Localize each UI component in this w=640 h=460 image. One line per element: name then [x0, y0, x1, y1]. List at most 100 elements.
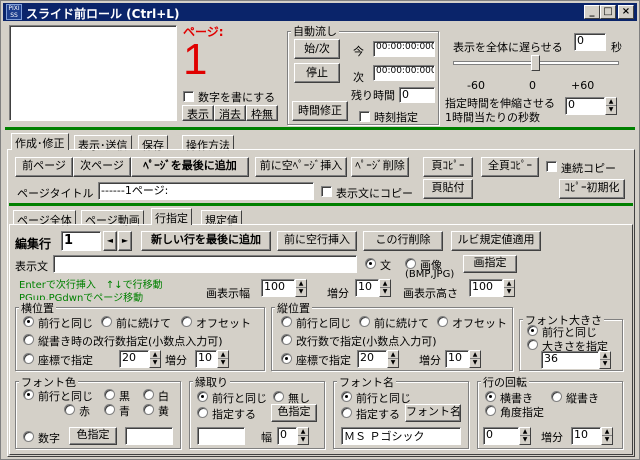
font-name-field[interactable]: ＭＳ Ｐゴシック	[341, 427, 461, 445]
rotate-horizontal-radio[interactable]	[485, 391, 496, 402]
vpos-newline-radio[interactable]	[281, 334, 292, 345]
vpos-cont-radio[interactable]	[359, 316, 370, 327]
copy-all-button[interactable]: 全頁ｺﾋﾟｰ	[481, 157, 539, 177]
border-width-field[interactable]: 0	[277, 427, 297, 445]
time-next-field[interactable]: 00:00:00:000	[373, 65, 435, 81]
copy-page-button[interactable]: 頁ｺﾋﾟｰ	[423, 157, 473, 177]
text-radio[interactable]	[365, 258, 376, 269]
time-now-field[interactable]: 00:00:00:000	[373, 41, 435, 57]
hpos-cont-radio[interactable]	[101, 316, 112, 327]
rotate-angle-field[interactable]: 0	[483, 427, 519, 445]
erase-button[interactable]: 消去	[214, 105, 246, 121]
copy-init-button[interactable]: ｺﾋﾟｰ初期化	[559, 179, 625, 199]
vpos-inc-spinner[interactable]: ▲ ▼	[469, 350, 481, 368]
delete-row-button[interactable]: この行削除	[363, 231, 443, 251]
rotate-vertical-radio[interactable]	[551, 391, 562, 402]
fcolor-black-radio[interactable]	[104, 389, 115, 400]
maximize-button[interactable]: □	[600, 5, 616, 19]
vpos-coord-spinner[interactable]: ▲ ▼	[387, 350, 399, 368]
border-none-radio[interactable]	[273, 391, 284, 402]
subtab-line[interactable]: 行指定	[151, 208, 192, 225]
start-next-button[interactable]: 始/次	[294, 39, 340, 59]
add-page-last-button[interactable]: ﾍﾟｰｼﾞを最後に追加	[131, 157, 249, 177]
image-radio[interactable]	[405, 258, 416, 269]
prev-page-button[interactable]: 前ページ	[15, 157, 73, 177]
vpos-same-radio[interactable]	[281, 316, 292, 327]
hpos-inc-field[interactable]: 10	[195, 350, 217, 368]
fsize-spinner[interactable]: ▲ ▼	[599, 351, 611, 369]
close-button[interactable]: ×	[618, 5, 634, 19]
fname-specify-radio[interactable]	[341, 407, 352, 418]
image-height-field[interactable]: 100	[469, 279, 503, 297]
stretch-field[interactable]: 0	[565, 97, 605, 115]
frame-none-button[interactable]: 枠無	[246, 105, 278, 121]
fcolor-blue-radio[interactable]	[104, 404, 115, 415]
page-title-field[interactable]: ------1ページ:	[98, 182, 314, 200]
row-prev-arrow[interactable]: ◄	[103, 231, 117, 251]
hpos-offset-radio[interactable]	[181, 316, 192, 327]
fsize-value-field[interactable]: 36	[541, 351, 599, 369]
vpos-coord-radio[interactable]	[281, 353, 292, 364]
border-color-button[interactable]: 色指定	[271, 404, 317, 422]
show-number-checkbox[interactable]	[183, 91, 194, 102]
paste-page-button[interactable]: 頁貼付	[423, 179, 473, 199]
next-page-button[interactable]: 次ページ	[73, 157, 131, 177]
insert-row-before-button[interactable]: 前に空行挿入	[277, 231, 357, 251]
continuous-copy-checkbox[interactable]	[546, 161, 557, 172]
stretch-spinner[interactable]: ▲ ▼	[605, 97, 617, 115]
title-bar[interactable]: PIXI SS スライド前ロール (Ctrl+L) _ □ ×	[3, 3, 637, 21]
fcolor-white-radio[interactable]	[143, 389, 154, 400]
vpos-offset-radio[interactable]	[437, 316, 448, 327]
rotate-angle-radio[interactable]	[485, 405, 496, 416]
fix-time-button[interactable]: 時間修正	[292, 101, 348, 121]
rotate-inc-field[interactable]: 10	[571, 427, 601, 445]
border-specify-radio[interactable]	[197, 407, 208, 418]
fcolor-yellow-radio[interactable]	[143, 404, 154, 415]
font-name-button[interactable]: フォント名	[405, 404, 461, 422]
fcolor-specify-button[interactable]: 色指定	[69, 427, 117, 445]
add-row-last-button[interactable]: 新しい行を最後に追加	[141, 231, 271, 251]
delay-field[interactable]: 0	[574, 33, 606, 51]
remain-field[interactable]: 0	[399, 87, 435, 103]
tab-how-to[interactable]: 操作方法	[182, 135, 234, 152]
subtab-defaults[interactable]: 規定値	[201, 210, 242, 227]
hpos-coord-spinner[interactable]: ▲ ▼	[149, 350, 161, 368]
border-width-spinner[interactable]: ▲ ▼	[297, 427, 309, 445]
image-width-spinner[interactable]: ▲ ▼	[295, 279, 307, 297]
delay-slider-thumb[interactable]	[531, 55, 540, 71]
subtab-page-all[interactable]: ページ全体	[13, 210, 76, 227]
time-specify-checkbox[interactable]	[359, 111, 370, 122]
image-height-spinner[interactable]: ▲ ▼	[503, 279, 515, 297]
image-inc-spinner[interactable]: ▲ ▼	[379, 279, 391, 297]
tab-display-send[interactable]: 表示･送信	[74, 135, 132, 152]
subtab-page-video[interactable]: ページ動画	[81, 210, 144, 227]
fcolor-red-radio[interactable]	[64, 404, 75, 415]
minimize-button[interactable]: _	[584, 5, 600, 19]
rotate-angle-spinner[interactable]: ▲ ▼	[519, 427, 531, 445]
tab-save[interactable]: 保存	[138, 135, 168, 152]
hpos-coord-radio[interactable]	[23, 353, 34, 364]
row-next-arrow[interactable]: ►	[118, 231, 132, 251]
show-button[interactable]: 表示	[182, 105, 214, 121]
insert-page-before-button[interactable]: 前に空ﾍﾟｰｼﾞ挿入	[255, 157, 347, 177]
image-spec-button[interactable]: 画指定	[463, 255, 517, 273]
vpos-coord-field[interactable]: 20	[357, 350, 387, 368]
fcolor-number-radio[interactable]	[23, 431, 34, 442]
hpos-inc-spinner[interactable]: ▲ ▼	[217, 350, 229, 368]
edit-row-field[interactable]: 1	[61, 231, 101, 251]
display-text-field[interactable]	[53, 255, 357, 273]
delete-page-button[interactable]: ﾍﾟｰｼﾞ削除	[351, 157, 409, 177]
fsize-specify-radio[interactable]	[527, 339, 538, 350]
rotate-inc-spinner[interactable]: ▲ ▼	[601, 427, 613, 445]
hpos-vertical-radio[interactable]	[23, 334, 34, 345]
vpos-inc-field[interactable]: 10	[445, 350, 469, 368]
hpos-same-radio[interactable]	[23, 316, 34, 327]
border-same-radio[interactable]	[197, 391, 208, 402]
stop-button[interactable]: 停止	[294, 63, 340, 83]
copy-to-display-checkbox[interactable]	[321, 186, 332, 197]
hpos-coord-field[interactable]: 20	[119, 350, 149, 368]
ruby-defaults-button[interactable]: ルビ規定値適用	[451, 231, 541, 251]
fcolor-same-radio[interactable]	[23, 389, 34, 400]
fname-same-radio[interactable]	[341, 391, 352, 402]
image-inc-field[interactable]: 10	[355, 279, 379, 297]
